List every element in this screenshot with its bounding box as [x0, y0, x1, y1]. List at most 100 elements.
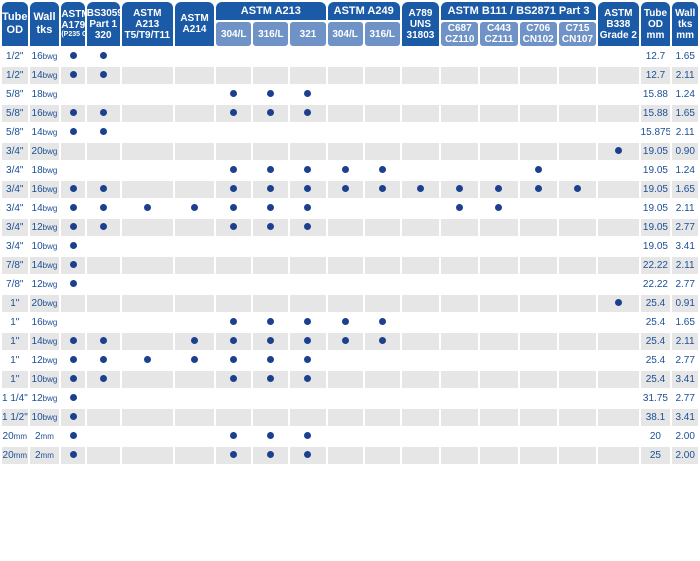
spec-cell-a789: [401, 86, 440, 103]
header-line: Tube: [2, 11, 28, 23]
spec-cell-a213_321: [290, 48, 326, 65]
spec-cell-a249_304: [327, 162, 363, 179]
wall-thickness-mm-cell: 1.65: [672, 48, 698, 65]
spec-cell-a214: [174, 409, 215, 426]
header-line: OD: [6, 24, 24, 36]
header-line: A214: [182, 24, 207, 35]
header-line: ASTM: [604, 7, 633, 19]
spec-cell-a214: [174, 352, 215, 369]
spec-cell-a789: [401, 409, 440, 426]
spec-cell-b111_c706: [519, 447, 557, 464]
wall-thickness-cell: 2mm: [29, 447, 60, 464]
spec-cell-a213_321: [290, 162, 326, 179]
spec-cell-a249_304: [327, 314, 363, 331]
availability-dot: [69, 204, 77, 211]
group-header-label: ASTM A213: [240, 4, 301, 17]
tube-od-mm-cell: 19.05: [640, 219, 671, 236]
wall-thickness-value: 12: [31, 222, 43, 233]
tube-od-value: 20: [2, 450, 14, 461]
wall-thickness-value: 10: [31, 374, 43, 385]
spec-cell-b338: [598, 447, 639, 464]
spec-cell-b111_c715: [558, 390, 597, 407]
tube-od-cell: 3/4": [2, 181, 28, 198]
availability-dot: [534, 166, 542, 173]
spec-cell-a214: [174, 333, 215, 350]
availability-dot: [190, 356, 198, 363]
availability-dot: [230, 223, 238, 230]
tube-od-cell: 1": [2, 371, 28, 388]
wall-thickness-cell: 12bwg: [29, 219, 60, 236]
spec-cell-a249_316: [364, 257, 400, 274]
availability-dot: [304, 318, 312, 325]
spec-cell-a249_304: [327, 390, 363, 407]
tube-od-mm-cell: 19.05: [640, 162, 671, 179]
spec-cell-bs3059: [86, 371, 120, 388]
spec-cell-a213_321: [290, 257, 326, 274]
spec-cell-a213_316: [253, 390, 289, 407]
group-header-label: ASTM A249: [333, 4, 394, 17]
spec-cell-a213_t: [121, 314, 173, 331]
header-line: A179: [61, 20, 85, 31]
spec-cell-a213_321: [290, 295, 326, 312]
wall-thickness-mm-cell: 1.65: [672, 181, 698, 198]
tube-od-mm-cell: 20: [640, 428, 671, 445]
table-row: 1" 12bwg 25.4 2.77: [2, 352, 698, 369]
availability-dot: [378, 318, 386, 325]
wall-thickness-mm-cell: 0.91: [672, 295, 698, 312]
availability-dot: [99, 185, 107, 192]
availability-dot: [230, 451, 238, 458]
header-line: 304/L: [220, 28, 247, 40]
spec-cell-a789: [401, 238, 440, 255]
spec-cell-a249_316: [364, 314, 400, 331]
header-line: tks: [677, 18, 693, 30]
table-row: 3/4" 20bwg 19.05 0.90: [2, 143, 698, 160]
wall-thickness-cell: 20bwg: [29, 143, 60, 160]
wall-thickness-cell: 18bwg: [29, 86, 60, 103]
spec-cell-a213_321: [290, 238, 326, 255]
tube-od-cell: 7/8": [2, 276, 28, 293]
spec-cell-bs3059: [86, 352, 120, 369]
wall-thickness-value: 20: [31, 146, 43, 157]
wall-thickness-cell: 10bwg: [29, 238, 60, 255]
spec-cell-a789: [401, 390, 440, 407]
availability-dot: [230, 166, 238, 173]
spec-cell-a213_316: [253, 238, 289, 255]
table-row: 1" 10bwg 25.4 3.41: [2, 371, 698, 388]
spec-cell-b111_c687: [441, 219, 479, 236]
wall-thickness-unit: bwg: [42, 356, 58, 365]
column-header-bs3059: BS3059 Part 1 320: [86, 2, 120, 46]
availability-dot: [230, 204, 238, 211]
wall-thickness-unit: bwg: [42, 337, 58, 346]
availability-dot: [304, 337, 312, 344]
availability-dot: [304, 109, 312, 116]
header-line: C443: [486, 23, 511, 34]
tube-od-mm-cell: 31.75: [640, 390, 671, 407]
header-line: OD: [647, 18, 663, 30]
header-row-top: TubeODWalltksASTMA179(P235 GH)BS3059Part…: [2, 2, 698, 46]
wall-thickness-unit: bwg: [42, 71, 58, 80]
tube-od-mm-cell: 25.4: [640, 314, 671, 331]
spec-cell-a213_316: [253, 314, 289, 331]
tube-od-value: 1 1/2": [2, 412, 28, 423]
table-row: 1 1/2" 10bwg 38.1 3.41: [2, 409, 698, 426]
spec-cell-a213_321: [290, 124, 326, 141]
spec-cell-a214: [174, 48, 215, 65]
tube-od-mm-cell: 15.88: [640, 86, 671, 103]
spec-cell-a213_304: [216, 238, 252, 255]
spec-cell-a249_316: [364, 219, 400, 236]
spec-cell-b111_c706: [519, 181, 557, 198]
availability-dot: [416, 185, 424, 192]
availability-dot: [69, 394, 77, 401]
availability-dot: [341, 337, 349, 344]
tube-od-mm-cell: 25.4: [640, 371, 671, 388]
header-line: UNS: [409, 18, 431, 30]
availability-dot: [69, 451, 77, 458]
tube-od-value: 7/8": [6, 260, 24, 271]
wall-thickness-cell: 2mm: [29, 428, 60, 445]
spec-cell-a213_304: [216, 447, 252, 464]
availability-dot: [69, 71, 77, 78]
tube-od-cell: 7/8": [2, 257, 28, 274]
table-row: 5/8" 16bwg 15.88 1.65: [2, 105, 698, 122]
spec-cell-b111_c443: [480, 314, 518, 331]
spec-cell-a213_t: [121, 105, 173, 122]
